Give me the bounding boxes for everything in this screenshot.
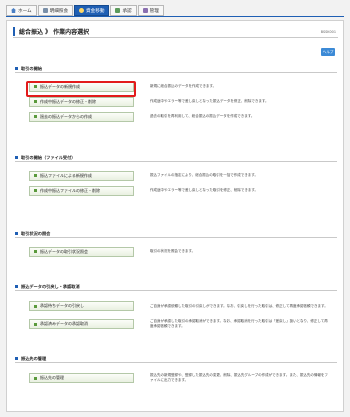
- menu-description: 振込先の新規登録や、登録した振込先の変更、削除、振込先グループの作成ができます。…: [150, 373, 328, 382]
- button-square-icon: [34, 304, 37, 308]
- menu-row: 作成中振込ファイルの修正・削除 作成途中やエラー等で差し戻しとなった取引を修正、…: [15, 183, 337, 198]
- menu-description: 新規に総合振込のデータを作成できます。: [150, 84, 217, 88]
- menu-row: 振込データの取引状況照会 取引の状況を照会できます。: [15, 244, 337, 259]
- button-label: 承認済みデータの承認取消: [40, 321, 88, 326]
- title-marker: [13, 27, 15, 36]
- section-bullet: [15, 357, 18, 360]
- section-bullet: [15, 285, 18, 288]
- button-label: 作成中振込ファイルの修正・削除: [40, 187, 100, 193]
- section-heading: 取引状況の照会: [15, 230, 337, 238]
- section-status-inquiry: 取引状況の照会 振込データの取引状況照会 取引の状況を照会できます。: [15, 230, 337, 259]
- button-label: 承認待ちデータの引戻し: [40, 303, 84, 308]
- button-square-icon: [34, 322, 37, 326]
- section-heading-label: 振込データの引戻し・承認取消: [21, 283, 80, 289]
- button-square-icon: [34, 376, 37, 380]
- section-bullet: [15, 232, 18, 235]
- section-heading: 取引の開始: [15, 65, 337, 73]
- section-file-upload: 取引の開始（ファイル受付） 振込ファイルによる新規作成 振込ファイルの指定により…: [15, 154, 337, 198]
- menu-description: 作成途中やエラー等で差し戻しとなった取引を修正、削除できます。: [150, 188, 259, 192]
- tab-approval[interactable]: 承認: [110, 5, 137, 16]
- main-panel: 総合振込 》 作業内容選択 BSSK001 ヘルプ 取引の開始 振込データの新規…: [6, 20, 344, 412]
- menu-description: ご自身が承認した取引の承認取消ができます。なお、承認取消を行った取引は「差戻し」…: [150, 319, 328, 328]
- button-label: 振込先の管理: [40, 375, 64, 380]
- menu-description: 振込ファイルの指定により、総合振込の取引を一括で作成できます。: [150, 173, 258, 177]
- management-icon: [142, 8, 148, 13]
- section-heading-label: 取引の開始: [21, 65, 42, 71]
- fund-transfer-icon: [79, 8, 85, 13]
- file-new-create-button[interactable]: 振込ファイルによる新規作成: [29, 170, 134, 181]
- page-title-bar: 総合振込 》 作業内容選択 BSSK001: [13, 26, 338, 38]
- menu-row: 過去の振込データからの作成 過去の取引を再利用して、総合振込の振込データを作成で…: [15, 109, 337, 124]
- button-label: 振込データの取引状況照会: [40, 248, 88, 254]
- menu-row: 振込ファイルによる新規作成 振込ファイルの指定により、総合振込の取引を一括で作成…: [15, 168, 337, 183]
- help-button[interactable]: ヘルプ: [321, 48, 335, 56]
- button-label: 振込ファイルによる新規作成: [40, 172, 92, 178]
- screen-code: BSSK001: [320, 30, 336, 34]
- section-bullet: [15, 156, 18, 159]
- section-heading-label: 振込先の管理: [21, 355, 47, 361]
- button-label: 作成中振込データの修正・削除: [40, 98, 96, 104]
- payee-management-button[interactable]: 振込先の管理: [29, 373, 134, 383]
- edit-draft-transfer-button[interactable]: 作成中振込データの修正・削除: [29, 96, 134, 107]
- button-square-icon: [34, 115, 37, 118]
- tab-fund-transfer[interactable]: 資金移動: [74, 5, 110, 16]
- menu-row: 承認待ちデータの引戻し ご自身が承認依頼した取引の引戻しができます。なお、引戻し…: [15, 297, 337, 315]
- button-square-icon: [34, 189, 37, 192]
- tab-management-label: 管理: [149, 8, 159, 14]
- cancel-approval-button[interactable]: 承認済みデータの承認取消: [29, 319, 134, 329]
- tab-approval-label: 承認: [122, 8, 132, 14]
- inquiry-icon: [42, 8, 48, 13]
- menu-description: 取引の状況を照会できます。: [150, 249, 196, 253]
- menu-row: 振込先の管理 振込先の新規登録や、登録した振込先の変更、削除、振込先グループの作…: [15, 369, 337, 387]
- button-label: 過去の振込データからの作成: [40, 113, 92, 119]
- section-heading: 振込先の管理: [15, 355, 337, 363]
- section-payee-management: 振込先の管理 振込先の管理 振込先の新規登録や、登録した振込先の変更、削除、振込…: [15, 355, 337, 387]
- section-heading: 取引の開始（ファイル受付）: [15, 154, 337, 162]
- section-bullet: [15, 67, 18, 70]
- approval-icon: [115, 8, 121, 13]
- section-heading-label: 取引状況の照会: [21, 230, 51, 236]
- status-inquiry-button[interactable]: 振込データの取引状況照会: [29, 246, 134, 257]
- button-square-icon: [34, 100, 37, 103]
- tab-management[interactable]: 管理: [137, 5, 164, 16]
- tab-inquiry[interactable]: 明細照会: [37, 5, 74, 16]
- tab-bar-underline: [6, 16, 344, 17]
- tab-fund-transfer-label: 資金移動: [86, 8, 105, 14]
- highlight-frame: [26, 81, 136, 97]
- edit-draft-file-button[interactable]: 作成中振込ファイルの修正・削除: [29, 185, 134, 196]
- global-tab-bar: ホーム 明細照会 資金移動 承認 管理: [6, 5, 164, 16]
- tab-home[interactable]: ホーム: [6, 5, 37, 16]
- button-square-icon: [34, 174, 37, 177]
- section-heading: 振込データの引戻し・承認取消: [15, 283, 337, 291]
- menu-description: 過去の取引を再利用して、総合振込の振込データを作成できます。: [150, 114, 255, 118]
- create-from-past-button[interactable]: 過去の振込データからの作成: [29, 111, 134, 122]
- menu-description: 作成途中やエラー等で差し戻しとなった振込データを修正、削除できます。: [150, 99, 269, 103]
- tab-inquiry-label: 明細照会: [49, 8, 69, 14]
- menu-description: ご自身が承認依頼した取引の引戻しができます。なお、引戻しを行った取引は、修正して…: [150, 303, 328, 308]
- page-title: 総合振込 》 作業内容選択: [19, 29, 90, 36]
- recall-pending-button[interactable]: 承認待ちデータの引戻し: [29, 301, 134, 311]
- menu-row: 承認済みデータの承認取消 ご自身が承認した取引の承認取消ができます。なお、承認取…: [15, 315, 337, 333]
- section-recall-cancel: 振込データの引戻し・承認取消 承認待ちデータの引戻し ご自身が承認依頼した取引の…: [15, 283, 337, 333]
- section-heading-label: 取引の開始（ファイル受付）: [21, 154, 76, 160]
- home-icon: [11, 8, 16, 13]
- button-square-icon: [34, 250, 37, 253]
- tab-home-label: ホーム: [18, 8, 32, 14]
